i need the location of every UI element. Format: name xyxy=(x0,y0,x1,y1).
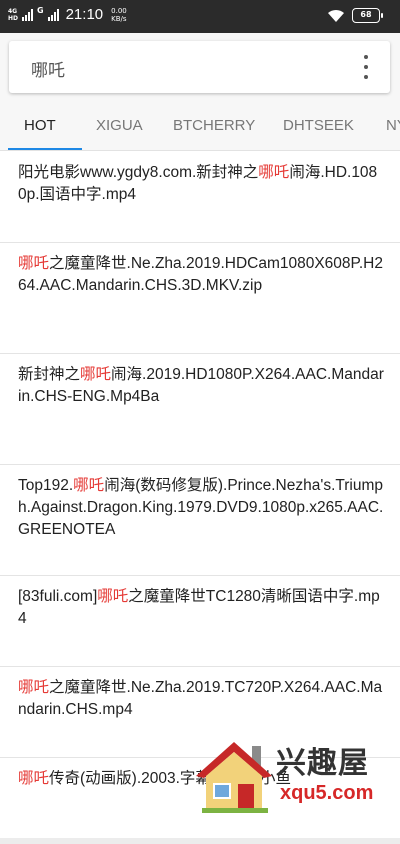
network-speed: 0.00 KB/s xyxy=(111,7,127,23)
watermark-name: 兴趣屋 xyxy=(276,746,369,781)
status-bar: 4G HD G 21:10 0.00 KB/s 68 xyxy=(0,0,400,33)
battery-icon: 68 xyxy=(352,8,383,23)
battery-level: 68 xyxy=(360,10,372,19)
list-item[interactable]: [83fuli.com]哪吒之魔童降世TC1280清晰国语中字.mp4 xyxy=(0,576,400,667)
tab-xigua[interactable]: XIGUA xyxy=(96,117,143,134)
list-item[interactable]: 哪吒之魔童降世.Ne.Zha.2019.HDCam1080X608P.H264.… xyxy=(0,243,400,354)
watermark: 兴趣屋 xqu5.com xyxy=(192,732,392,814)
watermark-url: xqu5.com xyxy=(280,782,374,804)
search-area: 哪吒 xyxy=(0,33,400,101)
result-title: Top192.哪吒闹海(数码修复版).Prince.Nezha's.Triump… xyxy=(18,477,384,538)
signal-icon-secondary xyxy=(47,8,59,21)
tab-btcherry[interactable]: BTCHERRY xyxy=(173,117,255,134)
result-title: 哪吒之魔童降世.Ne.Zha.2019.TC720P.X264.AAC.Mand… xyxy=(18,679,383,718)
network-speed-unit: KB/s xyxy=(111,14,127,23)
more-menu-icon[interactable] xyxy=(362,55,370,79)
search-query[interactable]: 哪吒 xyxy=(31,56,65,81)
list-item[interactable]: 阳光电影www.ygdy8.com.新封神之哪吒闹海.HD.1080p.国语中字… xyxy=(0,152,400,243)
bottom-edge xyxy=(0,838,400,844)
clock: 21:10 xyxy=(65,6,104,23)
network-type-secondary: G xyxy=(37,6,44,15)
list-item[interactable]: Top192.哪吒闹海(数码修复版).Prince.Nezha's.Triump… xyxy=(0,465,400,576)
network-type-sub: HD xyxy=(8,14,19,22)
house-logo-icon xyxy=(196,742,272,813)
source-tabs: HOT XIGUA BTCHERRY DHTSEEK NY xyxy=(0,101,400,151)
network-type-top: 4G xyxy=(8,7,18,15)
tab-dhtseek[interactable]: DHTSEEK xyxy=(283,117,354,134)
list-item[interactable]: 新封神之哪吒闹海.2019.HD1080P.X264.AAC.Mandarin.… xyxy=(0,354,400,465)
result-title: [83fuli.com]哪吒之魔童降世TC1280清晰国语中字.mp4 xyxy=(18,588,380,627)
wifi-icon xyxy=(328,9,344,22)
search-input[interactable]: 哪吒 xyxy=(9,41,390,93)
result-title: 阳光电影www.ygdy8.com.新封神之哪吒闹海.HD.1080p.国语中字… xyxy=(18,164,378,203)
result-title: 新封神之哪吒闹海.2019.HD1080P.X264.AAC.Mandarin.… xyxy=(18,366,384,405)
status-right: 68 xyxy=(327,8,383,23)
status-left: 4G HD G 21:10 0.00 KB/s xyxy=(8,6,127,23)
network-speed-value: 0.00 xyxy=(111,6,127,15)
result-title: 哪吒之魔童降世.Ne.Zha.2019.HDCam1080X608P.H264.… xyxy=(18,255,384,294)
signal-icon xyxy=(22,8,34,21)
tab-hot[interactable]: HOT xyxy=(24,117,56,134)
tab-ny[interactable]: NY xyxy=(386,117,400,134)
network-type: 4G HD xyxy=(8,8,18,22)
active-tab-indicator xyxy=(8,148,82,150)
